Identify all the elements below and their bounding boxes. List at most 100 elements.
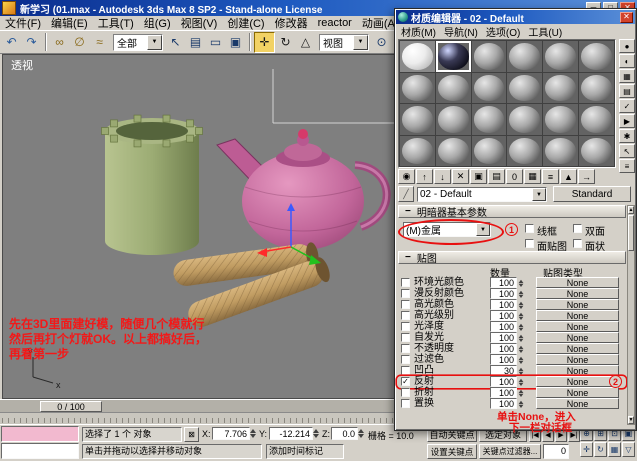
map-none-button[interactable]: None [536,387,619,398]
parameters-scrollbar[interactable]: ▲ ▼ [627,205,635,425]
x-spinner[interactable] [250,427,256,440]
map-enable-checkbox[interactable]: ✓ [401,377,410,386]
sample-slot-12[interactable] [579,72,614,103]
map-amount-spinner[interactable] [518,378,524,386]
two-sided-checkbox[interactable] [573,224,582,233]
map-amount-field[interactable]: 100 [490,288,517,299]
map-amount-field[interactable]: 100 [490,321,517,332]
sample-slot-2[interactable] [435,41,471,72]
put-material-to-scene-button[interactable]: ↑ [416,169,433,184]
map-enable-checkbox[interactable] [401,355,410,364]
sample-slot-19[interactable] [400,135,435,166]
sample-slot-7[interactable] [400,72,435,103]
time-slider[interactable]: 0 / 100 [40,401,102,412]
pan-button[interactable]: ✛ [580,442,593,457]
rollout-shader-basic[interactable]: − 明暗器基本参数 [398,205,626,219]
undo-button[interactable]: ↶ [2,33,21,52]
map-enable-checkbox[interactable] [401,311,410,320]
map-enable-checkbox[interactable] [401,300,410,309]
scrollbar-thumb[interactable] [628,215,634,251]
arc-rotate-button[interactable]: ↻ [594,442,607,457]
map-amount-field[interactable]: 100 [490,376,517,387]
video-color-check-button[interactable]: ✓ [619,99,635,113]
current-frame-field[interactable]: 0 [543,444,569,459]
map-amount-spinner[interactable] [518,290,524,298]
map-amount-spinner[interactable] [518,323,524,331]
sample-slot-20[interactable] [435,135,471,166]
redo-button[interactable]: ↷ [22,33,41,52]
map-none-button[interactable]: None [536,299,619,310]
map-amount-field[interactable]: 100 [490,332,517,343]
map-none-button[interactable]: None [536,310,619,321]
unlink-selection-button[interactable]: ∅ [70,33,89,52]
rectangular-region-button[interactable]: ▭ [206,33,225,52]
teapot-object[interactable] [216,129,391,250]
maxscript-mini-listener-pink[interactable] [1,426,79,442]
map-none-button[interactable]: None [536,365,619,376]
map-enable-checkbox[interactable] [401,344,410,353]
sample-slot-10[interactable] [507,72,543,103]
map-enable-checkbox[interactable] [401,366,410,375]
map-enable-checkbox[interactable] [401,399,410,408]
sample-slot-24[interactable] [579,135,614,166]
map-none-button[interactable]: None [536,398,619,409]
sample-slot-8[interactable] [435,72,471,103]
sample-slot-6[interactable] [579,41,614,72]
sample-slot-1[interactable] [400,41,435,72]
map-enable-checkbox[interactable] [401,322,410,331]
map-amount-field[interactable]: 100 [490,387,517,398]
assign-material-button[interactable]: ↓ [434,169,451,184]
map-amount-spinner[interactable] [518,367,524,375]
scroll-up-icon[interactable]: ▲ [628,206,634,214]
sample-slot-13[interactable] [400,104,435,135]
z-spinner[interactable] [358,427,364,440]
mat-menu-item-4[interactable]: 工具(U) [524,24,566,39]
map-amount-spinner[interactable] [518,345,524,353]
get-material-button[interactable]: ◉ [398,169,415,184]
menu-item-8[interactable]: reactor [313,17,357,29]
options-button[interactable]: ✱ [619,129,635,143]
shader-type-dropdown[interactable]: (M)金属 ▼ [403,222,491,237]
mat-menu-item-2[interactable]: 导航(N) [440,24,482,39]
make-preview-button[interactable]: ▶ [619,114,635,128]
sample-slot-17[interactable] [543,104,579,135]
mat-menu-item-3[interactable]: 选项(O) [482,24,524,39]
select-and-scale-button[interactable]: △ [296,33,315,52]
put-to-library-button[interactable]: ▤ [488,169,505,184]
y-spinner[interactable] [313,427,319,440]
sample-slot-22[interactable] [507,135,543,166]
x-coordinate-field[interactable]: 7.706 [212,427,250,440]
menu-item-3[interactable]: 工具(T) [93,16,139,30]
pick-material-button[interactable]: ╱ [398,186,414,202]
set-key-button[interactable]: 设置关键点 [427,444,477,459]
map-enable-checkbox[interactable] [401,289,410,298]
map-amount-spinner[interactable] [518,389,524,397]
map-amount-field[interactable]: 30 [490,365,517,376]
map-amount-spinner[interactable] [518,400,524,408]
material-type-button[interactable]: Standard [553,186,631,202]
map-amount-field[interactable]: 100 [490,277,517,288]
material-name-dropdown[interactable]: 02 - Default ▼ [417,187,547,202]
window-crossing-button[interactable]: ▣ [226,33,245,52]
cylinder-object[interactable] [101,114,203,255]
key-filters-button[interactable]: 关键点过滤器... [479,444,541,459]
maximize-viewport-toggle[interactable]: ▦ [608,442,621,457]
menu-item-2[interactable]: 编辑(E) [46,16,93,30]
menu-item-1[interactable]: 文件(F) [0,16,46,30]
rollout-maps[interactable]: − 贴图 [398,251,626,265]
sample-slot-16[interactable] [507,104,543,135]
add-time-tag[interactable]: 添加时间标记 [266,444,344,459]
use-pivot-center-button[interactable]: ⊙ [372,33,391,52]
select-object-button[interactable]: ↖ [166,33,185,52]
map-enable-checkbox[interactable] [401,278,410,287]
map-none-button[interactable]: None [536,354,619,365]
go-to-parent-button[interactable]: ▲ [560,169,577,184]
sample-slot-15[interactable] [471,104,507,135]
map-amount-spinner[interactable] [518,279,524,287]
sample-slot-14[interactable] [435,104,471,135]
viewport-label[interactable]: 透视 [11,57,33,73]
face-map-checkbox[interactable] [525,239,534,248]
map-amount-field[interactable]: 100 [490,398,517,409]
sample-slot-18[interactable] [579,104,614,135]
maxscript-mini-listener-white[interactable] [1,443,79,459]
